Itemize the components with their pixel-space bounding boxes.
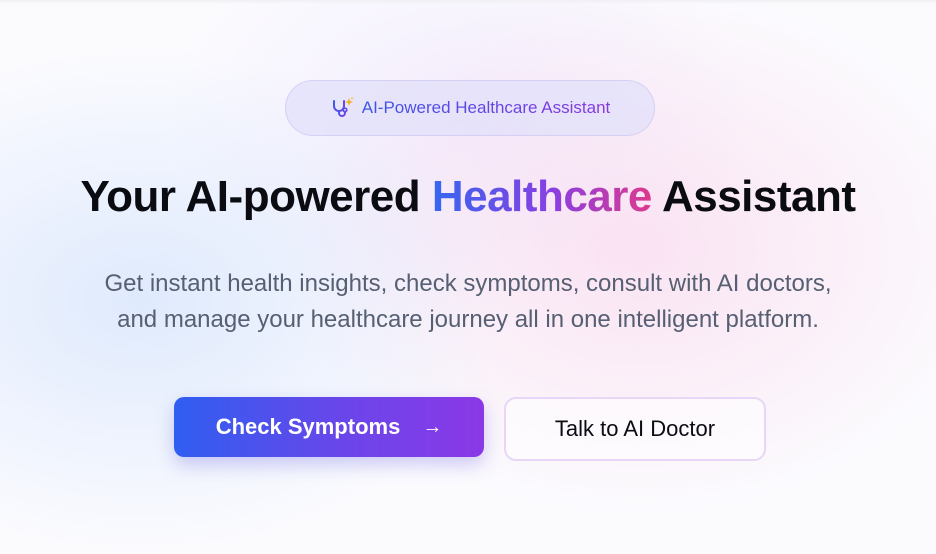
talk-to-ai-doctor-button[interactable]: Talk to AI Doctor [504, 397, 766, 461]
stethoscope-sparkle-icon [330, 96, 354, 120]
top-divider [0, 0, 936, 4]
check-symptoms-button[interactable]: Check Symptoms → [174, 397, 484, 457]
page-subtitle: Get instant health insights, check sympt… [40, 266, 896, 338]
subtitle-line-2: and manage your healthcare journey all i… [117, 306, 819, 333]
subtitle-line-1: Get instant health insights, check sympt… [104, 270, 832, 297]
talk-to-ai-doctor-label: Talk to AI Doctor [554, 416, 716, 441]
title-accent: Healthcare [431, 172, 653, 221]
check-symptoms-label: Check Symptoms [215, 414, 401, 439]
title-suffix: Assistant [651, 172, 856, 221]
title-prefix: Your AI-powered [80, 172, 432, 221]
page-title: Your AI-powered Healthcare Assistant [0, 172, 936, 222]
hero-section: AI-Powered Healthcare Assistant Your AI-… [0, 0, 936, 554]
badge-label: AI-Powered Healthcare Assistant [361, 98, 611, 117]
arrow-right-icon: → [422, 416, 443, 438]
ai-badge: AI-Powered Healthcare Assistant [285, 80, 655, 136]
